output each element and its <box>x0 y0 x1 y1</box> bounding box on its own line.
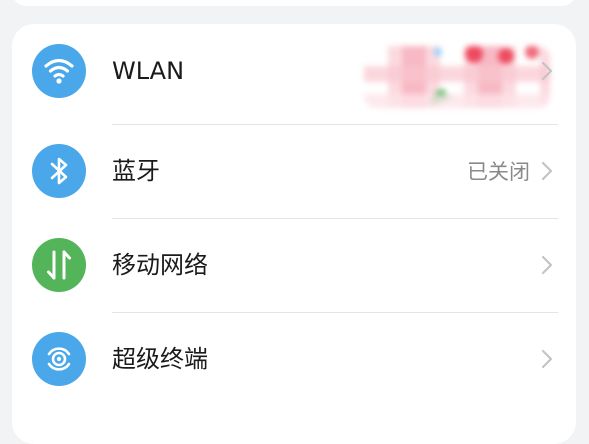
settings-item-label: 移动网络 <box>112 251 208 279</box>
settings-item-label: WLAN <box>112 57 185 85</box>
chevron-right-icon <box>541 61 553 81</box>
mobile-data-icon <box>32 238 86 292</box>
wifi-icon <box>32 44 86 98</box>
settings-item-bluetooth[interactable]: 蓝牙 已关闭 <box>12 124 576 217</box>
connectivity-settings-card: WLAN 蓝牙 已关闭 移动网络 超级终端 <box>12 24 576 444</box>
settings-item-label: 超级终端 <box>112 345 208 373</box>
settings-item-wlan[interactable]: WLAN <box>12 24 576 117</box>
bluetooth-status: 已关闭 <box>467 160 530 184</box>
connected-network-thumbnail <box>364 46 550 108</box>
bluetooth-icon <box>32 144 86 198</box>
settings-item-super-device[interactable]: 超级终端 <box>12 312 576 405</box>
settings-item-mobile-network[interactable]: 移动网络 <box>12 218 576 311</box>
chevron-right-icon <box>541 161 553 181</box>
super-device-icon <box>32 332 86 386</box>
chevron-right-icon <box>541 349 553 369</box>
settings-item-label: 蓝牙 <box>112 157 160 185</box>
chevron-right-icon <box>541 255 553 275</box>
previous-card-edge <box>12 0 576 6</box>
